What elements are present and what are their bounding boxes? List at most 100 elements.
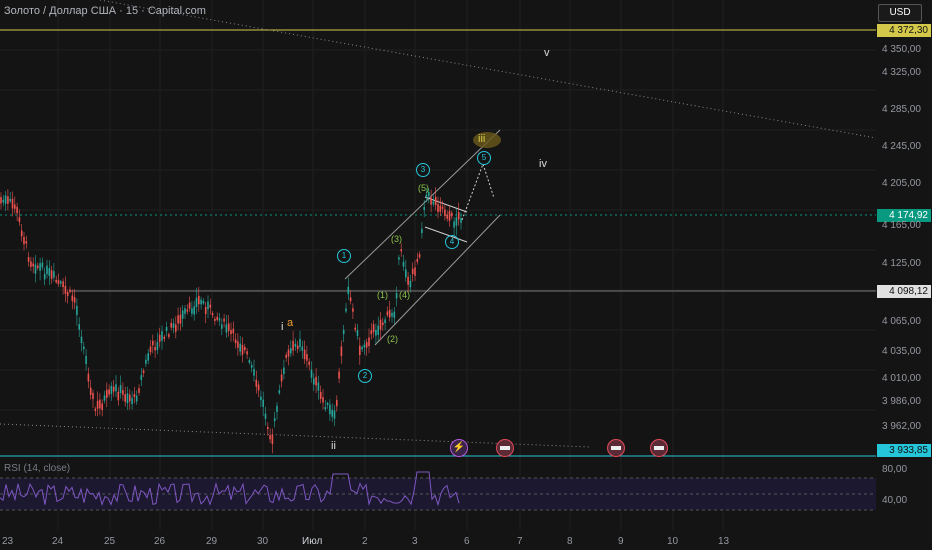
candle-body (354, 327, 356, 330)
candle-body (292, 340, 294, 351)
candle-body (437, 203, 439, 213)
candle-body (175, 324, 177, 332)
currency-button[interactable]: USD (878, 4, 922, 22)
time-tick: 3 (412, 536, 418, 547)
candle-body (23, 236, 25, 245)
candle-body (138, 388, 140, 393)
time-tick: 25 (104, 536, 116, 547)
candle-body (71, 295, 74, 302)
wave-iv-label: iv (539, 158, 547, 170)
chart-title: Золото / Доллар США · 15 · Capital.com (4, 5, 206, 17)
candle-body (446, 214, 448, 219)
candle-body (43, 273, 46, 280)
upper-trendline (99, 0, 877, 139)
candle-body (186, 309, 189, 312)
candle-body (400, 249, 402, 252)
candle-body (416, 259, 419, 262)
candle-body (338, 371, 340, 379)
candle-body (402, 261, 405, 267)
candle-body (271, 434, 274, 444)
candle-body (202, 300, 205, 304)
candle-body (331, 409, 333, 417)
candle-body (154, 346, 156, 351)
us-flag-event-icon[interactable] (496, 439, 514, 457)
candle-body (48, 268, 51, 276)
price-tick: 4 350,00 (882, 44, 921, 55)
candle-body (370, 330, 373, 335)
candle-body (453, 221, 455, 228)
subwave-1-label: (1) (377, 290, 388, 300)
candle-body (20, 230, 23, 237)
candle-body (359, 345, 361, 356)
candle-body (211, 313, 214, 316)
candle-body (179, 314, 182, 324)
candle-body (421, 228, 423, 233)
price-tick: 4 010,00 (882, 373, 921, 384)
candle-body (306, 354, 308, 361)
candle-body (451, 212, 453, 217)
candle-body (177, 315, 179, 324)
candle-body (423, 207, 425, 210)
rsi-indicator-label[interactable]: RSI (14, close) (4, 463, 70, 474)
rsi-tick: 40,00 (882, 495, 908, 506)
candle-body (405, 269, 407, 278)
candle-body (145, 359, 147, 364)
candle-body (188, 302, 191, 309)
candle-body (112, 386, 115, 392)
time-tick: 9 (618, 536, 624, 547)
candle-body (147, 353, 149, 361)
candle-body (101, 403, 103, 411)
candle-body (62, 281, 64, 288)
candle-body (117, 391, 120, 401)
candlestick-series (0, 187, 462, 454)
price-chart[interactable] (0, 0, 932, 550)
candle-body (53, 271, 55, 278)
candle-body (87, 373, 90, 382)
candle-body (193, 306, 195, 315)
candle-body (170, 322, 172, 328)
candle-body (391, 312, 393, 317)
candle-body (108, 389, 110, 395)
candle-body (342, 329, 345, 334)
candle-body (365, 342, 368, 348)
candle-body (303, 349, 306, 360)
candle-body (119, 385, 122, 394)
candle-body (329, 404, 331, 415)
candle-body (439, 205, 442, 212)
time-tick: 23 (2, 536, 14, 547)
candle-body (85, 355, 87, 364)
candle-body (41, 262, 44, 268)
candle-body (110, 385, 113, 394)
us-flag-event-icon[interactable] (650, 439, 668, 457)
lightning-icon[interactable]: ⚡ (450, 439, 468, 457)
candle-body (99, 399, 101, 409)
wave-4-circle: 4 (445, 235, 459, 249)
wave-iii-label: iii (478, 133, 486, 145)
candle-body (39, 263, 41, 271)
time-tick: Июл (302, 536, 323, 547)
candle-body (310, 369, 313, 378)
channel-upper (344, 129, 501, 280)
candle-body (345, 308, 347, 312)
candle-body (382, 322, 384, 326)
candle-body (94, 408, 97, 411)
candle-body (209, 304, 212, 308)
candle-body (96, 400, 99, 409)
time-tick: 13 (718, 536, 730, 547)
time-tick: 30 (257, 536, 269, 547)
subwave-3-label: (3) (391, 234, 402, 244)
candle-body (140, 375, 143, 380)
candle-body (225, 324, 228, 333)
us-flag-event-icon[interactable] (607, 439, 625, 457)
candle-body (7, 196, 9, 204)
candle-body (294, 343, 297, 347)
candle-body (152, 340, 154, 346)
candle-body (457, 212, 460, 220)
candle-body (64, 285, 67, 294)
wave-a-label: a (287, 317, 294, 329)
candle-body (432, 201, 435, 205)
candle-body (363, 344, 366, 348)
candle-body (32, 263, 34, 267)
candle-body (308, 361, 310, 365)
candle-body (55, 279, 57, 283)
